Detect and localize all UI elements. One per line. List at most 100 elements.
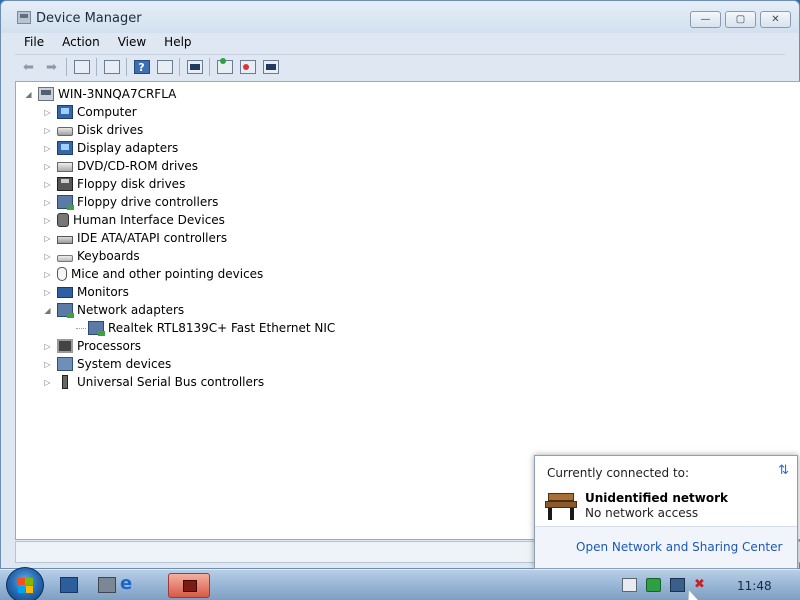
network-card-icon	[88, 321, 105, 336]
tree-category-label: Human Interface Devices	[73, 213, 225, 227]
tree-category-label: Keyboards	[77, 249, 140, 263]
update-driver-button[interactable]	[214, 58, 235, 77]
properties-button[interactable]	[101, 58, 122, 77]
tree-category[interactable]: ▷ Display adapters	[43, 139, 178, 157]
taskbar-device-manager-button[interactable]	[168, 573, 210, 598]
show-hide-action-pane-button[interactable]	[154, 58, 175, 77]
tree-category-label: Computer	[77, 105, 137, 119]
network-access-status: No network access	[585, 506, 699, 520]
computer-icon	[57, 105, 73, 119]
tree-category[interactable]: ▷ Keyboards	[43, 247, 140, 265]
menu-file[interactable]: File	[24, 35, 44, 49]
expand-arrow-icon[interactable]: ▷	[43, 270, 52, 279]
title-bar[interactable]: Device Manager — ▢ ✕	[1, 1, 799, 33]
toolbar-separator	[66, 58, 67, 76]
menu-help[interactable]: Help	[164, 35, 191, 49]
tree-category-label: Processors	[77, 339, 142, 353]
menu-action[interactable]: Action	[62, 35, 100, 49]
tree-category[interactable]: ▷ Processors	[43, 337, 141, 355]
refresh-icon[interactable]: ⇅	[778, 463, 789, 478]
tree-category[interactable]: ▷ Computer	[43, 103, 137, 121]
volume-muted-icon[interactable]: ✖	[694, 578, 709, 592]
security-icon[interactable]	[646, 578, 661, 592]
expand-arrow-icon[interactable]: ▷	[43, 144, 52, 153]
keyboard-icon	[57, 254, 73, 262]
windows-logo-icon	[18, 578, 34, 594]
tree-category[interactable]: ▷ Disk drives	[43, 121, 143, 139]
popup-footer: Open Network and Sharing Center	[535, 526, 797, 568]
forward-button[interactable]: ➡	[41, 58, 62, 77]
expand-arrow-icon[interactable]: ▷	[43, 378, 52, 387]
maximize-icon: ▢	[735, 14, 746, 25]
device-manager-icon	[17, 11, 31, 24]
expand-arrow-icon[interactable]: ▷	[43, 108, 52, 117]
help-button[interactable]: ?	[131, 58, 152, 77]
tree-category[interactable]: ▷ IDE ATA/ATAPI controllers	[43, 229, 227, 247]
tree-category[interactable]: ▷ Floppy drive controllers	[43, 193, 218, 211]
internet-explorer-icon[interactable]: e	[120, 575, 138, 593]
show-hide-tree-button[interactable]	[71, 58, 92, 77]
tree-category[interactable]: ▷ Universal Serial Bus controllers	[43, 373, 264, 391]
tree-category-label: DVD/CD-ROM drives	[77, 159, 199, 173]
dvd-drive-icon	[57, 162, 73, 172]
close-button[interactable]: ✕	[760, 11, 791, 28]
uninstall-button[interactable]	[237, 58, 258, 77]
expand-arrow-icon[interactable]: ▷	[43, 180, 52, 189]
collapse-arrow-icon[interactable]: ◢	[43, 306, 52, 315]
minimize-icon: —	[700, 14, 711, 25]
tree-root[interactable]: ◢ WIN-3NNQA7CRFLA	[24, 85, 176, 103]
menu-bar: File Action View Help	[15, 32, 785, 52]
tree-category-label: Monitors	[77, 285, 129, 299]
toolbar: ⬅ ➡ ?	[15, 54, 785, 79]
back-button[interactable]: ⬅	[18, 58, 39, 77]
expand-arrow-icon[interactable]: ▷	[43, 288, 52, 297]
tree-category-label: Mice and other pointing devices	[71, 267, 264, 281]
expand-arrow-icon[interactable]: ▷	[43, 252, 52, 261]
monitor-icon	[57, 286, 73, 298]
close-icon: ✕	[771, 14, 780, 25]
popup-title: Currently connected to:	[547, 466, 690, 480]
toolbar-separator	[96, 58, 97, 76]
tree-category[interactable]: ▷ Floppy disk drives	[43, 175, 185, 193]
expand-arrow-icon[interactable]: ▷	[43, 198, 52, 207]
expand-arrow-icon[interactable]: ▷	[43, 360, 52, 369]
expand-arrow-icon[interactable]: ▷	[43, 216, 52, 225]
tree-category-label: Network adapters	[77, 303, 185, 317]
toolbar-separator	[209, 58, 210, 76]
display-adapter-icon	[57, 141, 73, 155]
menu-view[interactable]: View	[118, 35, 146, 49]
start-button[interactable]	[6, 567, 44, 600]
tree-category[interactable]: ▷ System devices	[43, 355, 171, 373]
network-name: Unidentified network	[585, 491, 728, 505]
expand-arrow-icon[interactable]: ▷	[43, 234, 52, 243]
expand-arrow-icon[interactable]: ▷	[43, 342, 52, 351]
show-desktop-icon[interactable]	[60, 577, 78, 593]
help-icon: ?	[133, 60, 150, 74]
disable-button[interactable]	[260, 58, 281, 77]
tree-category[interactable]: ▷ Mice and other pointing devices	[43, 265, 263, 283]
scan-hardware-button[interactable]	[184, 58, 205, 77]
tree-category[interactable]: ▷ Human Interface Devices	[43, 211, 225, 229]
tree-category-label: Floppy drive controllers	[77, 195, 219, 209]
maximize-button[interactable]: ▢	[725, 11, 756, 28]
tree-category-label: Disk drives	[77, 123, 144, 137]
collapse-arrow-icon[interactable]: ◢	[24, 90, 33, 99]
tree-category[interactable]: ◢ Network adapters	[43, 301, 184, 319]
action-center-icon[interactable]	[622, 578, 637, 592]
tree-category-label: IDE ATA/ATAPI controllers	[77, 231, 228, 245]
expand-arrow-icon[interactable]: ▷	[43, 126, 52, 135]
network-icon[interactable]	[670, 578, 685, 592]
tree-device[interactable]: Realtek RTL8139C+ Fast Ethernet NIC	[76, 319, 335, 337]
tree-device-label: Realtek RTL8139C+ Fast Ethernet NIC	[108, 321, 336, 335]
window-controls: — ▢ ✕	[690, 11, 791, 28]
properties-icon	[103, 60, 120, 74]
open-network-sharing-center-link[interactable]: Open Network and Sharing Center	[576, 540, 782, 554]
expand-arrow-icon[interactable]: ▷	[43, 162, 52, 171]
clock[interactable]: 11:48	[737, 579, 772, 593]
tree-category[interactable]: ▷ DVD/CD-ROM drives	[43, 157, 198, 175]
disable-icon	[262, 60, 279, 74]
hid-icon	[57, 213, 69, 227]
tree-category[interactable]: ▷ Monitors	[43, 283, 129, 301]
minimize-button[interactable]: —	[690, 11, 721, 28]
server-manager-icon[interactable]	[98, 577, 116, 593]
